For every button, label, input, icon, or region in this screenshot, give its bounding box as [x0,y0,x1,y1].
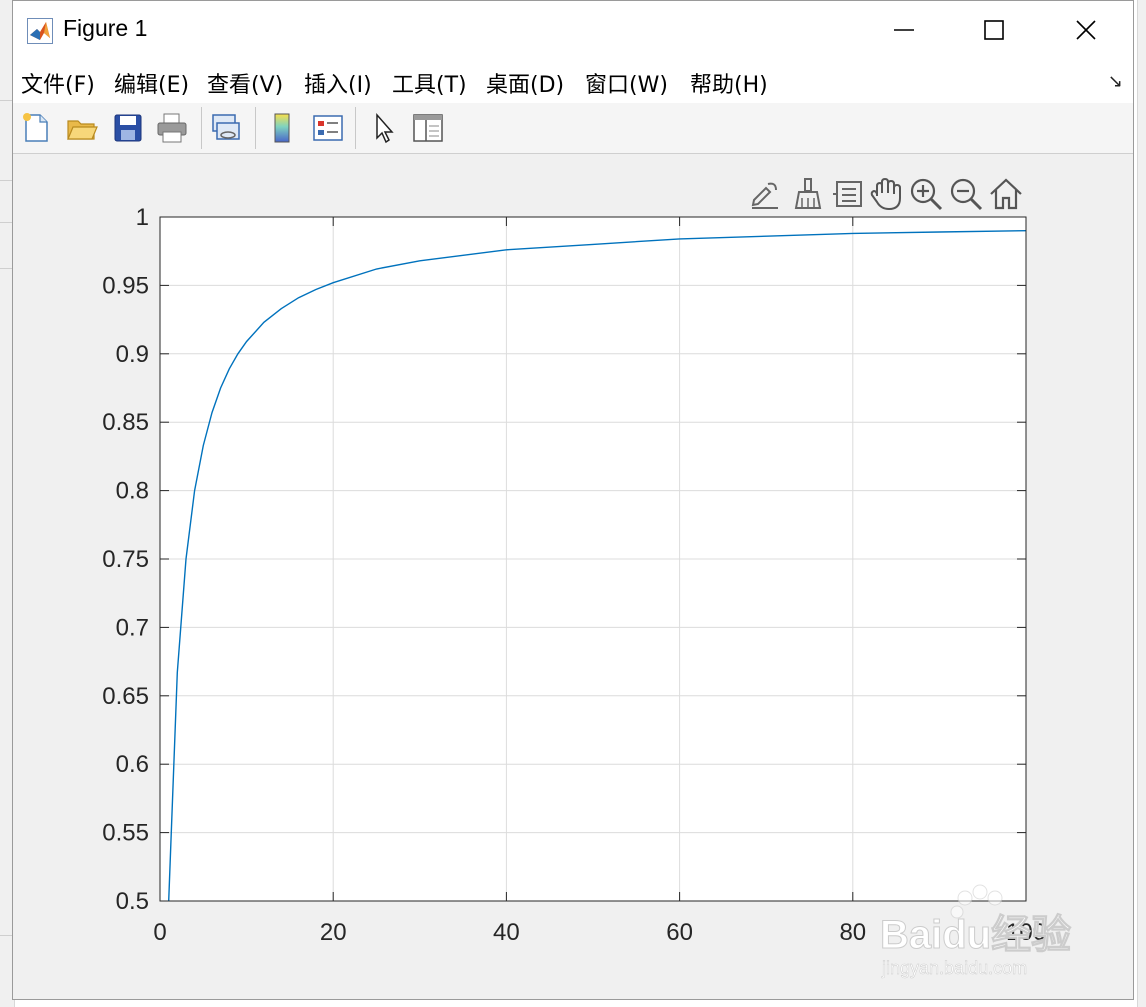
watermark-url: jingyan.baidu.com [882,958,1028,979]
menu-file[interactable]: 文件(F) [21,67,95,99]
matlab-logo-icon [27,18,53,44]
window-title: Figure 1 [63,15,148,41]
colorbar-icon[interactable] [265,111,299,145]
pan-hand-icon[interactable] [868,176,904,212]
title-bar[interactable]: Figure 1 [13,1,1133,59]
minimize-icon [894,29,914,31]
menu-desktop[interactable]: 桌面(D) [486,67,564,99]
property-inspector-icon[interactable] [411,111,445,145]
background-app-right-strip [1137,0,1146,1007]
watermark-text: Baidu经验 [879,913,1072,958]
save-icon[interactable] [111,111,145,145]
zoom-in-icon[interactable] [908,176,944,212]
new-figure-icon[interactable] [19,111,53,145]
close-button[interactable] [1041,1,1131,59]
menu-tools[interactable]: 工具(T) [392,67,467,99]
menu-edit[interactable]: 编辑(E) [114,67,189,99]
figure-toolbar [13,103,1133,154]
maximize-button[interactable] [949,1,1039,59]
print-icon[interactable] [155,111,189,145]
minimize-button[interactable] [859,1,949,59]
axes-background[interactable] [160,217,1026,901]
maximize-icon [984,20,1004,40]
legend-icon[interactable] [311,111,345,145]
menu-view[interactable]: 查看(V) [207,67,283,99]
data-brush-icon[interactable] [790,176,826,212]
menu-bar: 文件(F) 编辑(E) 查看(V) 插入(I) 工具(T) 桌面(D) 窗口(W… [13,59,1133,104]
data-tips-icon[interactable] [830,176,866,212]
menu-window[interactable]: 窗口(W) [585,67,668,99]
home-icon[interactable] [988,176,1024,212]
open-file-icon[interactable] [65,111,99,145]
pointer-icon[interactable] [367,111,401,145]
menu-insert[interactable]: 插入(I) [304,67,372,99]
close-icon [1076,20,1096,40]
menu-help[interactable]: 帮助(H) [690,67,768,99]
brush-edit-icon[interactable] [748,176,784,212]
zoom-out-icon[interactable] [948,176,984,212]
link-plot-icon[interactable] [209,111,243,145]
dock-arrow-icon[interactable]: ↘ [1108,71,1123,92]
